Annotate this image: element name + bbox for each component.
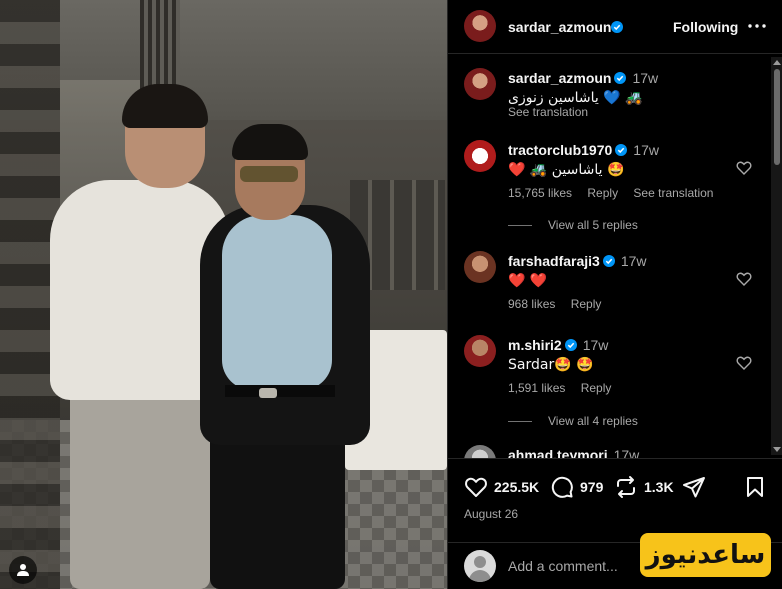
comment-meta: 968 likes Reply: [508, 297, 613, 311]
comment-header: farshadfaraji3 17w: [508, 253, 647, 269]
scrollbar-thumb[interactable]: [774, 69, 780, 165]
comment-avatar[interactable]: [464, 251, 496, 283]
reply-button[interactable]: Reply: [571, 297, 602, 311]
tagged-users-button[interactable]: [9, 556, 37, 584]
following-button[interactable]: Following: [673, 19, 738, 35]
caption-avatar[interactable]: [464, 68, 496, 100]
author-username[interactable]: sardar_azmoun: [508, 19, 611, 35]
scroll-down-arrow-icon[interactable]: [773, 447, 781, 452]
like-count[interactable]: 225.5K: [494, 479, 539, 495]
comment-time[interactable]: 17w: [614, 447, 640, 458]
comments-list[interactable]: sardar_azmoun 17w یاشاسین زنوزی 💙 🚜 See t…: [448, 55, 782, 458]
verified-icon: [614, 72, 627, 84]
comment-username[interactable]: m.shiri2: [508, 337, 562, 353]
comment-time[interactable]: 17w: [583, 337, 609, 353]
scroll-up-arrow-icon[interactable]: [773, 60, 781, 65]
comment-time[interactable]: 17w: [633, 142, 659, 158]
repost-icon: [617, 476, 635, 498]
comment-header: ahmad.teymori 17w: [508, 447, 639, 458]
view-replies-button[interactable]: View all 4 replies: [508, 414, 638, 428]
comment-username[interactable]: ahmad.teymori: [508, 447, 608, 458]
comment-meta: 1,591 likes Reply: [508, 381, 623, 395]
person-left-pants: [70, 385, 210, 589]
comment-text: ❤️ 🚜 یاشاسین 🤩: [508, 162, 625, 178]
comment-text: Sardar🤩 🤩: [508, 357, 594, 373]
comment-avatar[interactable]: [464, 140, 496, 172]
comment-avatar[interactable]: [464, 445, 496, 458]
see-translation-link[interactable]: See translation: [508, 105, 588, 119]
send-icon: [683, 477, 705, 498]
view-replies-button[interactable]: View all 5 replies: [508, 218, 638, 232]
comments-scrollbar[interactable]: [771, 57, 782, 455]
caption-text: یاشاسین زنوزی 💙 🚜: [508, 90, 643, 106]
heart-icon: [465, 477, 487, 497]
comment-meta: 15,765 likes Reply See translation: [508, 186, 725, 200]
verified-badge: [608, 19, 623, 37]
comment-button[interactable]: 979: [550, 475, 603, 499]
person-right-belt: [225, 385, 335, 397]
verified-icon: [611, 21, 623, 33]
person-right-glasses: [240, 166, 298, 182]
user-icon: [17, 564, 29, 576]
post-header: sardar_azmoun Following: [448, 0, 782, 54]
verified-icon: [564, 339, 577, 351]
person-right-hair: [232, 124, 308, 160]
see-translation-link[interactable]: See translation: [633, 186, 713, 200]
comment-username[interactable]: farshadfaraji3: [508, 253, 600, 269]
repost-button[interactable]: 1.3K: [614, 475, 674, 499]
comment-count[interactable]: 979: [580, 479, 603, 495]
repost-count[interactable]: 1.3K: [644, 479, 674, 495]
like-comment-heart-icon[interactable]: [736, 271, 752, 287]
share-button[interactable]: [682, 475, 706, 499]
comment-username[interactable]: tractorclub1970: [508, 142, 612, 158]
like-comment-heart-icon[interactable]: [736, 355, 752, 371]
belt-buckle: [259, 388, 277, 398]
author-avatar[interactable]: [464, 10, 496, 42]
watermark-logo: ساعدنیوز: [640, 533, 771, 577]
person-right-shirt: [222, 215, 332, 390]
caption-meta: See translation: [508, 105, 600, 119]
post-photo[interactable]: [0, 0, 447, 589]
photo-ceiling-vent: [140, 0, 180, 90]
current-user-avatar: [464, 550, 496, 582]
comment-text: ❤️ ❤️: [508, 273, 548, 289]
more-options-button[interactable]: [745, 14, 769, 38]
verified-icon: [602, 255, 615, 267]
save-button[interactable]: [743, 475, 767, 499]
comment-likes[interactable]: 1,591 likes: [508, 381, 565, 395]
like-comment-heart-icon[interactable]: [736, 160, 752, 176]
reply-button[interactable]: Reply: [581, 381, 612, 395]
comment-time[interactable]: 17w: [621, 253, 647, 269]
post-date[interactable]: August 26: [464, 507, 518, 521]
post-actions: 225.5K 979 1.3K August 26: [448, 458, 782, 542]
caption-username[interactable]: sardar_azmoun: [508, 70, 611, 86]
like-button[interactable]: 225.5K: [464, 475, 539, 499]
caption-time[interactable]: 17w: [632, 70, 658, 86]
caption-header: sardar_azmoun 17w: [508, 70, 658, 86]
comment-likes[interactable]: 15,765 likes: [508, 186, 572, 200]
verified-icon: [615, 144, 628, 156]
add-comment-input[interactable]: [508, 555, 638, 577]
comment-header: tractorclub1970 17w: [508, 142, 659, 158]
comment-icon: [551, 476, 573, 498]
bookmark-icon: [747, 477, 763, 497]
comment-likes[interactable]: 968 likes: [508, 297, 555, 311]
more-horizontal-icon: [748, 24, 766, 28]
post-details-panel: sardar_azmoun Following sardar_azmoun 17w…: [447, 0, 782, 589]
comment-avatar[interactable]: [464, 335, 496, 367]
reply-button[interactable]: Reply: [587, 186, 618, 200]
comment-header: m.shiri2 17w: [508, 337, 608, 353]
